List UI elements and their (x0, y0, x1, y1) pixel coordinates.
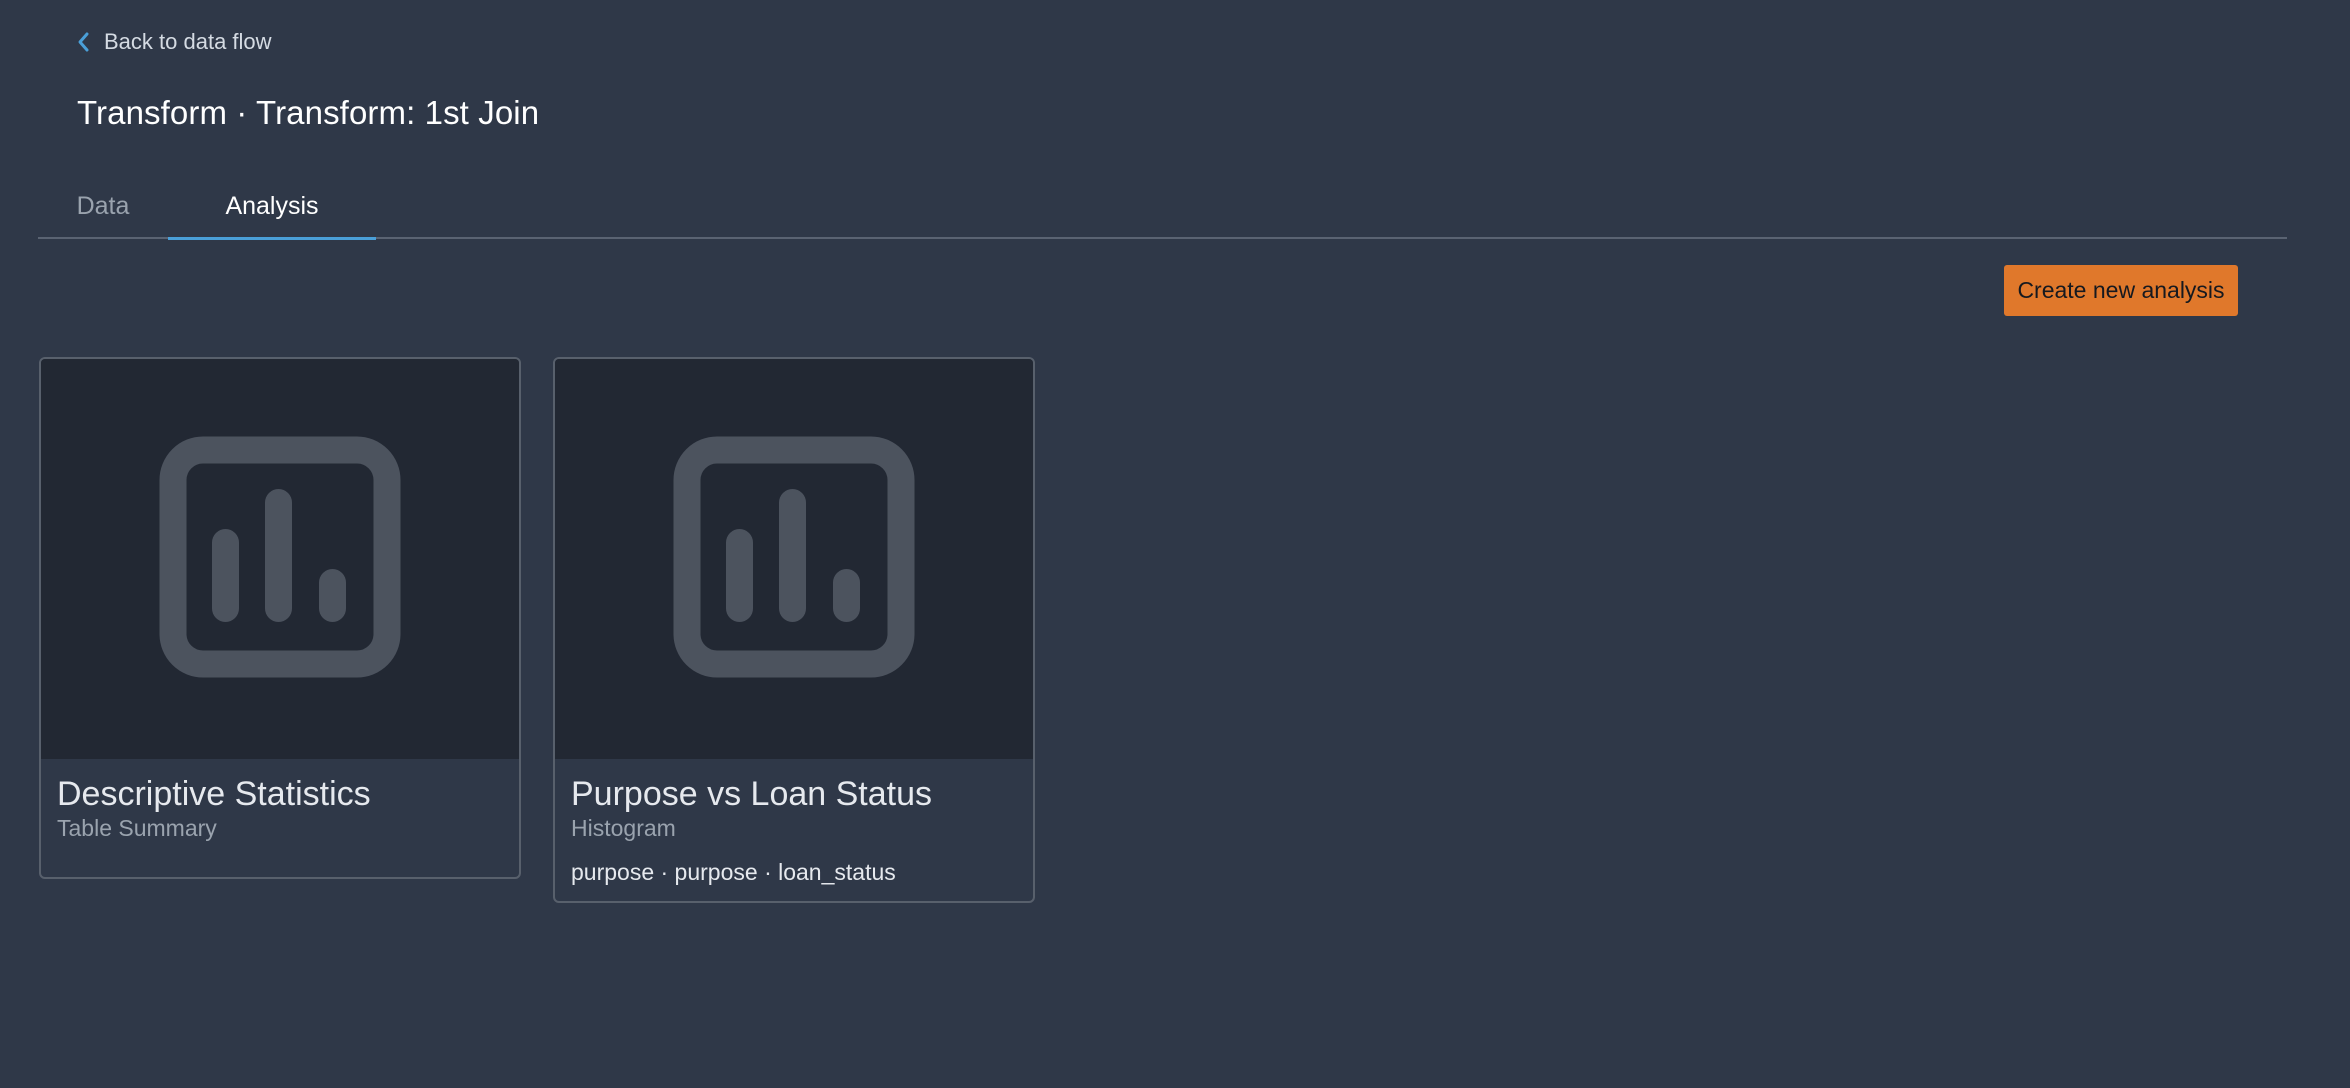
back-to-data-flow-link[interactable]: Back to data flow (76, 29, 272, 55)
card-thumbnail (41, 359, 519, 759)
analysis-card-descriptive-statistics[interactable]: Descriptive Statistics Table Summary (39, 357, 521, 879)
tab-analysis[interactable]: Analysis (168, 176, 376, 240)
card-columns: purpose · purpose · loan_status (571, 859, 896, 885)
tab-data[interactable]: Data (38, 176, 168, 239)
card-analysis-type: Histogram (571, 815, 676, 841)
card-thumbnail (555, 359, 1033, 759)
card-title: Descriptive Statistics (57, 775, 371, 813)
analysis-card-purpose-vs-loan-status[interactable]: Purpose vs Loan Status Histogram purpose… (553, 357, 1035, 903)
bar-chart-icon (159, 436, 401, 683)
card-analysis-type: Table Summary (57, 815, 217, 841)
tab-bar: Data Analysis (38, 176, 2287, 240)
bar-chart-icon (673, 436, 915, 683)
page-title: Transform · Transform: 1st Join (77, 94, 540, 131)
chevron-left-icon (76, 31, 90, 53)
create-new-analysis-button[interactable]: Create new analysis (2004, 265, 2238, 316)
back-link-label: Back to data flow (104, 29, 272, 54)
card-title: Purpose vs Loan Status (571, 775, 933, 813)
